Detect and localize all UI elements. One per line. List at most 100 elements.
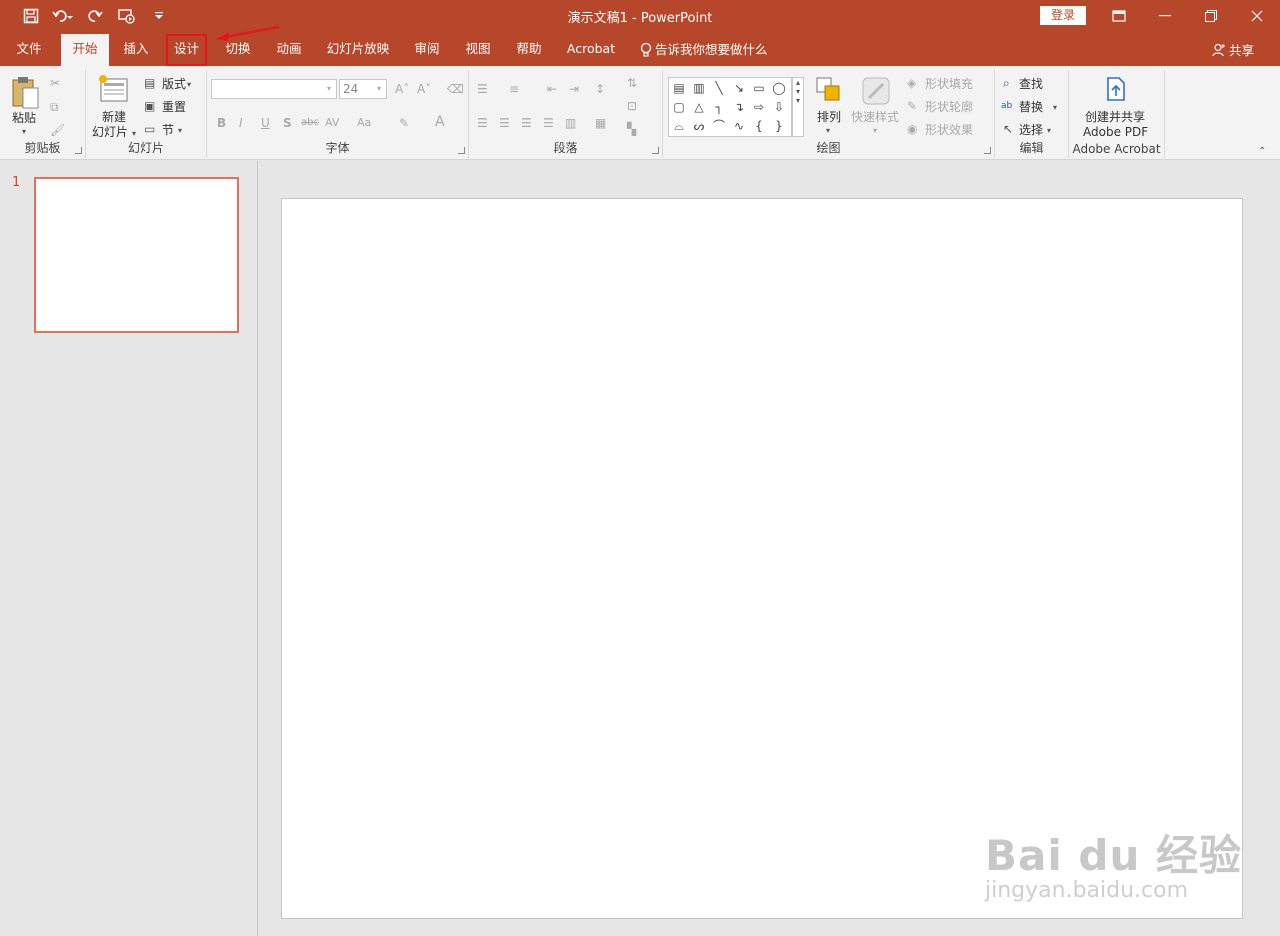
underline-button[interactable]: U <box>261 116 270 130</box>
font-name-input[interactable] <box>211 79 337 99</box>
shadow-button[interactable]: S <box>283 116 292 130</box>
tab-view[interactable]: 视图 <box>456 34 500 66</box>
font-name-dropdown-icon[interactable]: ▾ <box>327 82 331 96</box>
curve-shape-icon[interactable]: ∿ <box>731 118 747 134</box>
shape-outline-icon[interactable]: ✎ <box>907 99 917 113</box>
quick-styles-dropdown-icon[interactable]: ▾ <box>873 124 877 138</box>
close-button[interactable] <box>1234 0 1280 32</box>
left-brace-shape-icon[interactable]: { <box>751 118 767 134</box>
tab-help[interactable]: 帮助 <box>507 34 551 66</box>
down-arrow-shape-icon[interactable]: ⇩ <box>771 99 787 115</box>
ribbon-display-options-icon[interactable] <box>1096 0 1142 32</box>
shapes-gallery[interactable]: ▤ ▥ ╲ ↘ ▭ ◯ ▢ △ ┐ ↴ ⇨ ⇩ ⌓ ᔕ ⌒ ∿ { } <box>668 77 792 137</box>
replace-icon[interactable]: ab <box>1001 99 1012 113</box>
select-icon[interactable]: ↖ <box>1003 122 1013 136</box>
bullets-icon[interactable]: ☰ <box>477 82 488 96</box>
minimize-button[interactable] <box>1142 0 1188 32</box>
slide-canvas[interactable] <box>281 198 1243 919</box>
create-pdf-label-1[interactable]: 创建并共享 <box>1085 110 1145 124</box>
oval-shape-icon[interactable]: ◯ <box>771 80 787 96</box>
tab-acrobat[interactable]: Acrobat <box>560 34 622 66</box>
align-center-icon[interactable]: ☰ <box>499 116 510 130</box>
shapes-gallery-scroll[interactable]: ▴ ▾ ▾ <box>792 77 804 137</box>
quick-styles-icon[interactable] <box>861 76 891 106</box>
vertical-textbox-shape-icon[interactable]: ▥ <box>691 80 707 96</box>
font-size-dropdown-icon[interactable]: ▾ <box>377 82 381 96</box>
cut-icon[interactable]: ✂ <box>50 76 60 90</box>
right-brace-shape-icon[interactable]: } <box>771 118 787 134</box>
clear-formatting-icon[interactable]: ⌫ <box>447 82 464 96</box>
format-painter-icon[interactable]: 🖌 <box>50 123 65 137</box>
new-slide-label-2[interactable]: 幻灯片 <box>92 125 128 139</box>
distributed-icon[interactable]: ▥ <box>565 116 576 130</box>
char-spacing-button[interactable]: AV <box>325 116 339 130</box>
shape-fill-icon[interactable]: ◈ <box>907 76 916 90</box>
tell-me-search[interactable]: 告诉我你想要做什么 <box>640 34 772 66</box>
freeform-shape-icon[interactable]: ⌓ <box>671 118 687 134</box>
right-arrow-shape-icon[interactable]: ⇨ <box>751 99 767 115</box>
select-label[interactable]: 选择 <box>1019 123 1043 137</box>
find-label[interactable]: 查找 <box>1019 77 1043 91</box>
tab-insert[interactable]: 插入 <box>114 34 158 66</box>
slide-thumbnail[interactable] <box>34 177 239 333</box>
select-dropdown-icon[interactable]: ▾ <box>1047 124 1051 138</box>
collapse-ribbon-icon[interactable]: ⌃ <box>1258 146 1266 157</box>
clipboard-launcher-icon[interactable] <box>75 147 82 154</box>
tab-home[interactable]: 开始 <box>61 34 109 66</box>
arrange-label[interactable]: 排列 <box>817 110 841 124</box>
elbow-connector-shape-icon[interactable]: ┐ <box>711 99 727 115</box>
arrange-icon[interactable] <box>815 76 843 104</box>
create-pdf-label-2[interactable]: Adobe PDF <box>1083 125 1148 139</box>
font-launcher-icon[interactable] <box>458 147 465 154</box>
shape-outline-label[interactable]: 形状轮廓 <box>925 100 973 114</box>
new-slide-icon[interactable] <box>98 74 130 104</box>
quick-styles-label[interactable]: 快速样式 <box>851 110 899 124</box>
reset-icon[interactable]: ▣ <box>144 99 155 113</box>
align-left-icon[interactable]: ☰ <box>477 116 488 130</box>
arc-shape-icon[interactable]: ⌒ <box>711 118 727 134</box>
tab-review[interactable]: 审阅 <box>406 34 448 66</box>
replace-dropdown-icon[interactable]: ▾ <box>1053 101 1057 115</box>
paste-label[interactable]: 粘贴 <box>12 111 36 125</box>
replace-label[interactable]: 替换 <box>1019 100 1043 114</box>
elbow-arrow-shape-icon[interactable]: ↴ <box>731 99 747 115</box>
tab-design[interactable]: 设计 <box>166 34 207 66</box>
triangle-shape-icon[interactable]: △ <box>691 99 707 115</box>
smartart-icon[interactable]: ▚ <box>627 122 636 136</box>
numbering-icon[interactable]: ≡ <box>509 82 519 96</box>
paste-dropdown-icon[interactable]: ▾ <box>22 125 26 139</box>
text-direction-icon[interactable]: ⇅ <box>627 76 637 90</box>
drawing-launcher-icon[interactable] <box>984 147 991 154</box>
share-button[interactable]: 共享 <box>1212 40 1254 59</box>
layout-icon[interactable]: ▤ <box>144 76 155 90</box>
paste-icon[interactable] <box>10 76 40 110</box>
find-icon[interactable]: ⌕ <box>1003 76 1010 90</box>
section-label[interactable]: 节 <box>162 123 174 137</box>
highlight-color-icon[interactable]: ✎ <box>399 116 409 130</box>
change-case-button[interactable]: Aa <box>357 116 371 130</box>
align-right-icon[interactable]: ☰ <box>521 116 532 130</box>
shape-fill-label[interactable]: 形状填充 <box>925 77 973 91</box>
create-pdf-icon[interactable] <box>1105 76 1127 102</box>
section-icon[interactable]: ▭ <box>144 122 155 136</box>
font-color-button[interactable]: A <box>435 115 445 129</box>
layout-label[interactable]: 版式 <box>162 77 186 91</box>
layout-dropdown-icon[interactable]: ▾ <box>187 78 191 92</box>
decrease-indent-icon[interactable]: ⇤ <box>547 82 557 96</box>
shrink-font-icon[interactable]: A˅ <box>417 82 431 96</box>
reset-label[interactable]: 重置 <box>162 100 186 114</box>
grow-font-icon[interactable]: A˄ <box>395 82 409 96</box>
rounded-rect-shape-icon[interactable]: ▢ <box>671 99 687 115</box>
tab-file[interactable]: 文件 <box>6 34 52 66</box>
arrow-line-shape-icon[interactable]: ↘ <box>731 80 747 96</box>
align-text-icon[interactable]: ⊡ <box>627 99 637 113</box>
textbox-shape-icon[interactable]: ▤ <box>671 80 687 96</box>
strikethrough-button[interactable]: abc <box>301 116 319 130</box>
italic-button[interactable]: I <box>239 116 243 130</box>
new-slide-label-1[interactable]: 新建 <box>102 110 126 124</box>
line-spacing-icon[interactable]: ↕ <box>595 82 605 96</box>
columns-icon[interactable]: ▦ <box>595 116 606 130</box>
arrange-dropdown-icon[interactable]: ▾ <box>826 124 830 138</box>
restore-button[interactable] <box>1188 0 1234 32</box>
paragraph-launcher-icon[interactable] <box>652 147 659 154</box>
